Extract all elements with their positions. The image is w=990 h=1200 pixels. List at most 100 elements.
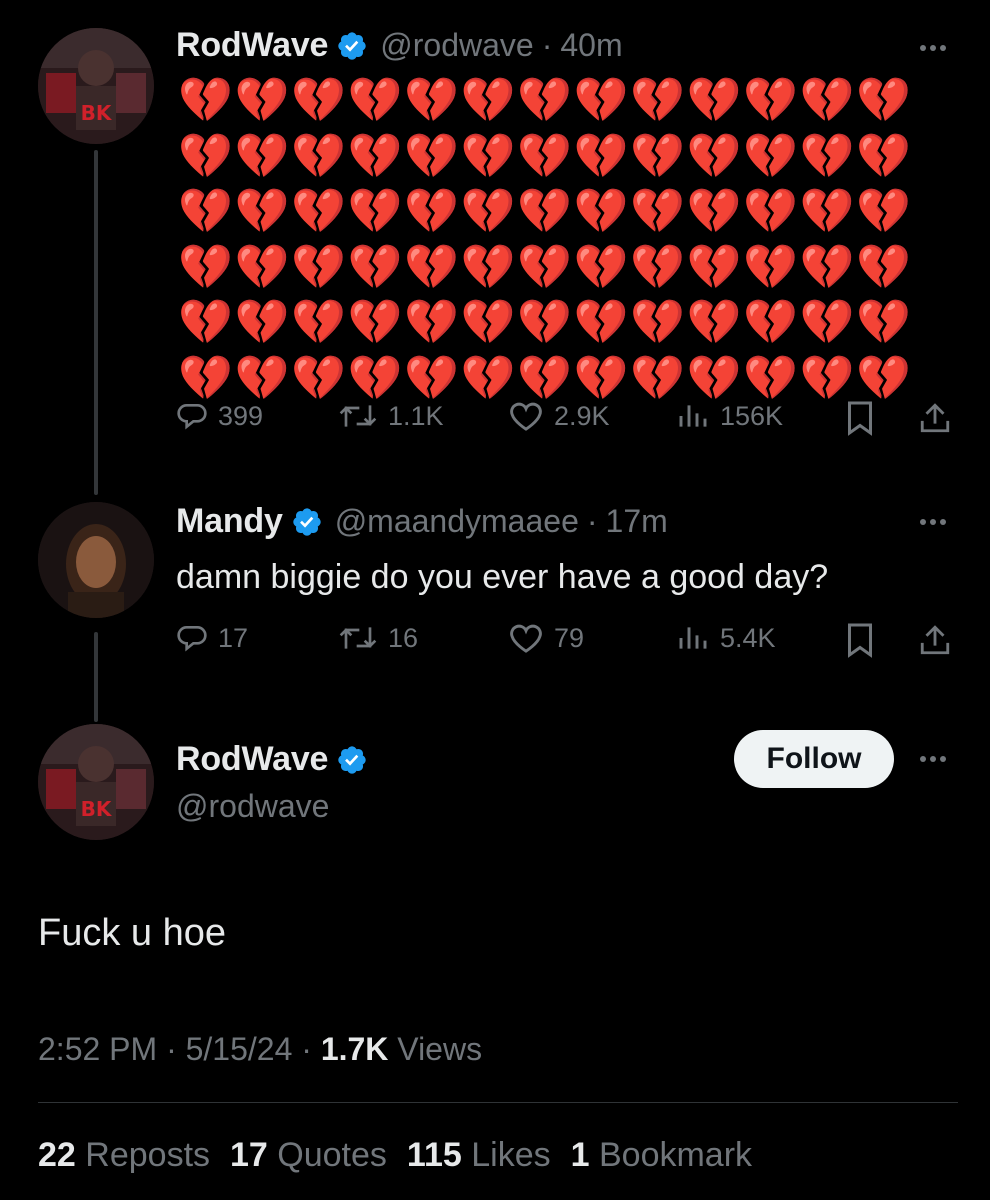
broken-heart-emoji: 💔 [517, 130, 572, 182]
broken-heart-emoji: 💔 [404, 75, 459, 126]
thread-line [94, 150, 98, 495]
like-button[interactable]: 79 [508, 622, 584, 654]
avatar[interactable]: BK [38, 28, 154, 144]
repost-button[interactable]: 1.1K [338, 400, 444, 432]
likes-stat[interactable]: 115 Likes [407, 1136, 551, 1175]
broken-heart-emoji: 💔 [686, 75, 742, 126]
broken-heart-emoji: 💔 [743, 297, 798, 348]
avatar[interactable]: BK [38, 724, 154, 840]
timestamp[interactable]: 40m [560, 27, 622, 64]
broken-heart-emoji: 💔 [686, 297, 742, 348]
svg-text:BK: BK [81, 797, 113, 821]
follow-button[interactable]: Follow [734, 730, 894, 788]
broken-heart-emoji: 💔 [686, 186, 742, 237]
reply-button[interactable]: 17 [176, 622, 248, 654]
repost-button[interactable]: 16 [338, 622, 418, 654]
broken-heart-emoji: 💔 [686, 352, 742, 404]
share-icon[interactable] [918, 400, 952, 441]
display-name[interactable]: Mandy [176, 502, 283, 541]
broken-heart-emoji: 💔 [799, 352, 855, 404]
avatar[interactable] [38, 502, 154, 618]
broken-heart-emoji: 💔 [517, 297, 572, 348]
repost-count: 16 [388, 622, 419, 653]
broken-heart-emoji: 💔 [178, 241, 233, 293]
quotes-count: 17 [230, 1136, 268, 1174]
broken-heart-emoji: 💔 [686, 241, 742, 293]
broken-heart-emoji: 💔 [856, 130, 911, 182]
timestamp[interactable]: 17m [606, 503, 668, 540]
display-name[interactable]: RodWave [176, 26, 328, 65]
tweet-text: damn biggie do you ever have a good day? [176, 558, 829, 596]
reply-icon [177, 626, 207, 652]
broken-heart-emoji: 💔 [404, 241, 459, 293]
like-icon [510, 624, 542, 653]
broken-heart-emoji: 💔 [291, 297, 346, 348]
views-count: 5.4K [720, 622, 776, 653]
views-count: 156K [720, 400, 784, 431]
handle[interactable]: @rodwave [176, 788, 329, 825]
broken-heart-emoji: 💔 [517, 352, 572, 404]
tweet-meta: 2:52 PM · 5/15/24 · 1.7K Views [38, 1031, 482, 1068]
share-icon[interactable] [918, 622, 952, 663]
separator: · [166, 1031, 177, 1067]
broken-heart-emoji: 💔 [630, 75, 685, 126]
display-name[interactable]: RodWave [176, 740, 328, 779]
broken-heart-emoji: 💔 [234, 352, 290, 404]
broken-heart-emoji: 💔 [404, 297, 459, 348]
broken-heart-emoji: 💔 [347, 352, 403, 404]
quotes-label: Quotes [277, 1136, 387, 1174]
broken-heart-emoji: 💔 [460, 75, 516, 126]
broken-heart-emoji: 💔 [347, 186, 403, 237]
broken-heart-emoji: 💔 [291, 241, 346, 293]
quotes-stat[interactable]: 17 Quotes [230, 1136, 387, 1175]
reposts-stat[interactable]: 22 Reposts [38, 1136, 210, 1175]
tweet-header: Mandy @maandymaaee · 17m [176, 502, 668, 541]
broken-heart-emoji: 💔 [799, 241, 855, 293]
broken-heart-emoji: 💔 [404, 352, 459, 404]
broken-heart-emoji: 💔 [178, 75, 233, 126]
broken-heart-emoji: 💔 [743, 186, 798, 237]
reply-icon [177, 404, 207, 430]
broken-heart-emoji: 💔 [799, 75, 855, 126]
broken-heart-emoji: 💔 [178, 130, 233, 182]
reply-button[interactable]: 399 [176, 400, 263, 432]
post-time[interactable]: 2:52 PM [38, 1031, 157, 1067]
broken-heart-emoji: 💔 [347, 75, 403, 126]
handle[interactable]: @rodwave [380, 27, 533, 64]
broken-heart-emoji: 💔 [630, 130, 685, 182]
separator: · [541, 27, 553, 63]
like-button[interactable]: 2.9K [508, 400, 610, 432]
separator: · [301, 1031, 312, 1067]
broken-heart-emoji: 💔 [573, 75, 629, 126]
bookmark-icon[interactable] [844, 400, 876, 441]
broken-heart-emoji: 💔 [178, 352, 233, 404]
views-button[interactable]: 5.4K [676, 622, 776, 654]
more-icon[interactable] [920, 756, 946, 762]
broken-heart-emoji: 💔 [743, 130, 798, 182]
bookmark-icon[interactable] [844, 622, 876, 663]
broken-heart-emoji: 💔 [573, 297, 629, 348]
broken-heart-emoji: 💔 [630, 241, 685, 293]
tweet-emoji-text: 💔 💔 💔 💔 💔 💔 💔 💔 💔 💔 💔 💔 💔 💔 💔 💔 💔 💔 💔 💔 💔 💔 💔 💔 💔 💔 💔 💔 💔 💔 💔 💔 💔 💔 💔 💔 💔 💔 💔 💔… [178, 73, 913, 406]
broken-heart-emoji: 💔 [404, 186, 459, 237]
broken-heart-emoji: 💔 [517, 241, 572, 293]
verified-badge-icon [336, 744, 368, 776]
broken-heart-emoji: 💔 [799, 297, 855, 348]
thread-line [94, 632, 98, 722]
broken-heart-emoji: 💔 [573, 352, 629, 404]
separator: · [586, 503, 598, 539]
broken-heart-emoji: 💔 [460, 186, 516, 237]
handle[interactable]: @maandymaaee [335, 503, 579, 540]
views-button[interactable]: 156K [676, 400, 783, 432]
broken-heart-emoji: 💔 [234, 186, 290, 237]
broken-heart-emoji: 💔 [743, 241, 798, 293]
more-icon[interactable] [920, 45, 946, 51]
bookmarks-stat[interactable]: 1 Bookmark [571, 1136, 752, 1175]
repost-icon [339, 627, 377, 649]
post-date[interactable]: 5/15/24 [186, 1031, 293, 1067]
engagement-stats: 22 Reposts 17 Quotes 115 Likes 1 Bookmar… [38, 1136, 752, 1175]
views-icon [679, 405, 707, 427]
broken-heart-emoji: 💔 [178, 297, 233, 348]
broken-heart-emoji: 💔 [743, 352, 798, 404]
more-icon[interactable] [920, 519, 946, 525]
